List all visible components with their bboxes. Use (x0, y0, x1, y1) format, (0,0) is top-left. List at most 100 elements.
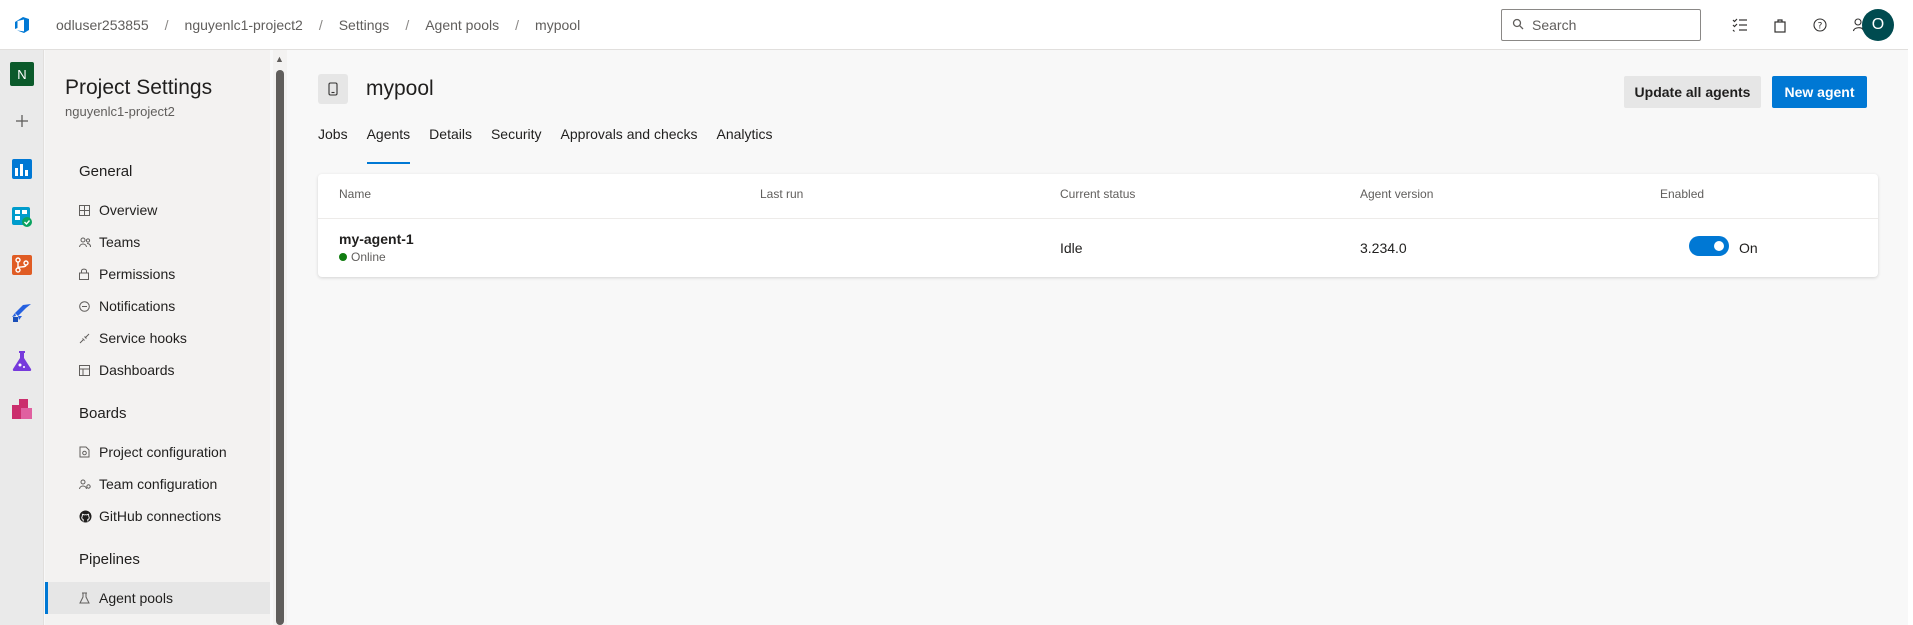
nav-item-teams[interactable]: Teams (79, 226, 279, 258)
table-row[interactable]: my-agent-1 Online Idle 3.234.0 On (318, 219, 1878, 277)
azure-devops-logo-icon[interactable] (0, 0, 44, 50)
nav-item-overview[interactable]: Overview (79, 194, 279, 226)
page-title: mypool (366, 77, 434, 100)
nav-item-permissions[interactable]: Permissions (79, 258, 279, 290)
nav-item-label: GitHub connections (99, 508, 222, 524)
avatar[interactable]: O (1862, 9, 1894, 41)
nav-item-label: Service hooks (99, 330, 187, 346)
search-input[interactable] (1532, 17, 1682, 33)
search-icon (1512, 17, 1524, 33)
settings-project-name: nguyenlc1-project2 (65, 104, 175, 119)
nav-item-label: Agent pools (99, 590, 173, 606)
breadcrumb-separator: / (515, 16, 520, 33)
column-header-last-run[interactable]: Last run (760, 187, 803, 201)
nav-item-label: Dashboards (99, 362, 175, 378)
nav-item-service-hooks[interactable]: Service hooks (79, 322, 279, 354)
scroll-up-arrow-icon[interactable]: ▲ (275, 54, 284, 64)
rail-add[interactable] (0, 98, 44, 146)
breadcrumb-separator: / (318, 16, 323, 33)
nav-item-dashboards[interactable]: Dashboards (79, 354, 279, 386)
agent-pool-icon (318, 74, 348, 104)
online-status-dot-icon (339, 253, 347, 261)
project-badge: N (10, 62, 34, 86)
team-configuration-icon (79, 479, 99, 490)
left-rail: N (0, 50, 44, 625)
project-settings-nav: Project Settings nguyenlc1-project2 Gene… (45, 50, 287, 625)
nav-item-team-configuration[interactable]: Team configuration (79, 468, 279, 500)
nav-item-label: Project configuration (99, 444, 227, 460)
dashboards-icon (79, 364, 99, 376)
rail-boards[interactable] (0, 194, 44, 242)
nav-item-label: Team configuration (99, 476, 218, 492)
nav-section-boards: Boards (79, 405, 127, 422)
breadcrumb-agent-pools[interactable]: Agent pools (425, 17, 499, 33)
rail-test-plans[interactable] (0, 338, 44, 386)
nav-item-label: Overview (99, 202, 158, 218)
boards-icon (11, 206, 33, 231)
agent-enabled-toggle[interactable] (1689, 236, 1729, 256)
breadcrumb-project[interactable]: nguyenlc1-project2 (185, 17, 303, 33)
rail-repos[interactable] (0, 242, 44, 290)
rail-project[interactable]: N (0, 50, 44, 98)
update-all-agents-button[interactable]: Update all agents (1624, 76, 1761, 108)
svg-text:?: ? (1818, 22, 1823, 32)
column-header-name[interactable]: Name (339, 187, 371, 201)
help-icon[interactable]: ? (1800, 5, 1840, 45)
teams-icon (79, 237, 99, 248)
breadcrumb-separator: / (164, 16, 169, 33)
agent-online-status: Online (339, 250, 386, 264)
tab-agents[interactable]: Agents (366, 126, 410, 164)
column-header-enabled[interactable]: Enabled (1660, 187, 1704, 201)
nav-item-label: Teams (99, 234, 141, 250)
notification-chat-icon (79, 300, 99, 312)
test-plans-icon (11, 350, 33, 375)
breadcrumb-pool[interactable]: mypool (535, 17, 580, 33)
rail-overview[interactable] (0, 146, 44, 194)
agents-table: Name Last run Current status Agent versi… (318, 174, 1878, 277)
agent-pools-icon (79, 592, 99, 604)
pool-tabs: Jobs Agents Details Security Approvals a… (318, 126, 792, 164)
top-bar: odluser253855 / nguyenlc1-project2 / Set… (0, 0, 1913, 50)
pipelines-icon (11, 302, 33, 327)
work-items-list-icon[interactable] (1720, 5, 1760, 45)
tab-security[interactable]: Security (491, 126, 542, 156)
tab-approvals-and-checks[interactable]: Approvals and checks (561, 126, 698, 156)
lock-icon (79, 268, 99, 280)
agent-name[interactable]: my-agent-1 (339, 231, 414, 247)
plus-icon (15, 114, 29, 131)
toggle-knob (1714, 241, 1724, 251)
github-icon (79, 510, 99, 523)
nav-item-agent-pools[interactable]: Agent pools (45, 582, 270, 614)
online-label: Online (351, 250, 386, 264)
repos-icon (11, 254, 33, 279)
marketplace-bag-icon[interactable] (1760, 5, 1800, 45)
tab-details[interactable]: Details (429, 126, 472, 156)
rail-pipelines[interactable] (0, 290, 44, 338)
nav-section-pipelines: Pipelines (79, 551, 140, 568)
agent-enabled-label: On (1739, 240, 1758, 256)
column-header-agent-version[interactable]: Agent version (1360, 187, 1433, 201)
tab-analytics[interactable]: Analytics (717, 126, 773, 156)
nav-item-project-configuration[interactable]: Project configuration (79, 436, 279, 468)
project-configuration-icon (79, 446, 99, 458)
tab-jobs[interactable]: Jobs (318, 126, 348, 156)
nav-item-label: Notifications (99, 298, 176, 314)
settings-title: Project Settings (65, 76, 213, 99)
breadcrumb-settings[interactable]: Settings (339, 17, 390, 33)
breadcrumb-org[interactable]: odluser253855 (56, 17, 149, 33)
agent-current-status: Idle (1060, 240, 1083, 256)
new-agent-button[interactable]: New agent (1772, 76, 1867, 108)
top-icons: ? (1720, 0, 1880, 50)
scrollbar-thumb[interactable] (276, 70, 284, 625)
search-box[interactable] (1501, 9, 1701, 41)
main-content: mypool Update all agents New agent Jobs … (287, 50, 1913, 625)
nav-scrollbar[interactable]: ▲ (273, 50, 287, 625)
nav-item-github-connections[interactable]: GitHub connections (79, 500, 279, 532)
breadcrumb: odluser253855 / nguyenlc1-project2 / Set… (56, 17, 580, 33)
nav-item-notifications[interactable]: Notifications (79, 290, 279, 322)
column-header-current-status[interactable]: Current status (1060, 187, 1135, 201)
artifacts-icon (11, 398, 33, 423)
rail-artifacts[interactable] (0, 386, 44, 434)
overview-grid-icon (79, 204, 99, 216)
overview-icon (11, 158, 33, 183)
